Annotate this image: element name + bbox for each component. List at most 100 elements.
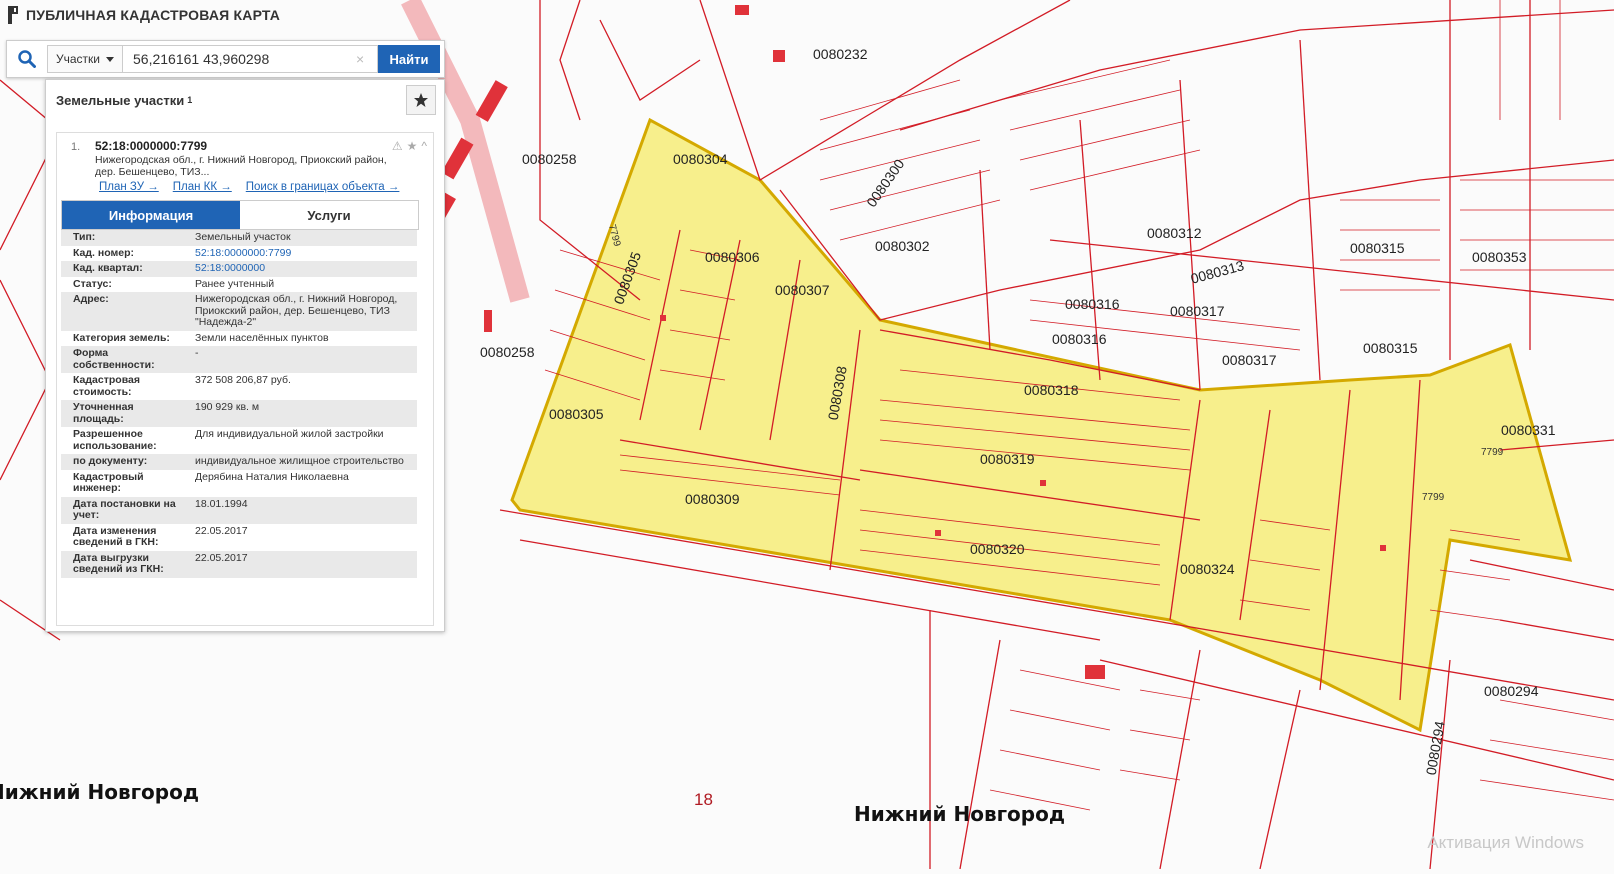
info-value: 190 929 кв. м [195,401,260,413]
search-input[interactable] [123,45,378,73]
quarter-label: 0080306 [705,249,760,265]
city-label: Нижний Новгород [0,780,199,804]
quarter-label: 0080294 [1484,683,1539,699]
table-row: Кад. номер: 52:18:0000000:7799 [61,245,417,261]
quarter-label: 0080232 [813,46,868,62]
city-label: Нижний Новгород [854,802,1065,826]
search-icon[interactable] [7,41,47,77]
info-value: Земельный участок [195,231,291,243]
panel-header: Земельные участки 1 [46,80,444,120]
info-key: Адрес: [73,293,109,305]
panel-title: Земельные участки [56,92,185,108]
star-icon[interactable]: ★ [407,139,418,153]
cad-number-link[interactable]: 52:18:0000000:7799 [195,247,291,259]
search-bar: Участки × Найти [6,40,445,78]
info-value: Земли населённых пунктов [195,331,329,344]
table-row: Тип: Земельный участок [61,230,417,246]
warning-icon[interactable]: ⚠ [392,139,403,153]
clear-icon[interactable]: × [356,51,364,67]
info-key: Дата изменения сведений в ГКН: [73,524,159,548]
info-key: Уточненная площадь: [73,401,134,425]
quarter-label: 0080302 [875,238,930,254]
info-key: по документу: [73,455,148,467]
result-address: Нижегородская обл., г. Нижний Новгород, … [95,154,387,178]
table-row: Кадастровая стоимость: 372 508 206,87 руб… [61,373,417,400]
info-key: Дата выгрузки сведений из ГКН: [73,551,164,575]
info-key: Категория земель: [73,331,170,344]
star-icon [414,93,428,107]
result-index: 1. [71,141,81,153]
chevron-up-icon[interactable]: ^ [421,139,427,153]
info-key: Тип: [73,231,96,243]
quarter-label: 0080258 [522,151,577,167]
info-value: 22.05.2017 [195,551,248,564]
info-value: - [195,347,199,359]
table-row: Категория земель: Земли населённых пункто… [61,330,417,346]
tab-services[interactable]: Услуги [240,201,418,229]
table-row: Статус: Ранее учтенный [61,276,417,292]
result-card[interactable]: 1. 52:18:0000000:7799 Нижегородская обл.… [56,132,434,626]
object-type-select[interactable]: Участки [47,45,123,73]
quarter-label: 0080315 [1363,340,1418,356]
cad-quarter-link[interactable]: 52:18:0000000 [195,262,265,274]
info-value: 372 508 206,87 руб. [195,374,291,386]
info-key: Кадастровая стоимость: [73,374,140,398]
info-value: индивидуальное жилищное строительство [195,455,404,467]
quarter-label: 0080331 [1501,422,1556,438]
search-in-bounds-link[interactable]: Поиск в границах объекта → [246,181,400,193]
table-row: Кадастровый инженер: Дерябина Наталия Ник… [61,469,417,497]
info-key: Кадастровый инженер: [73,470,144,494]
chevron-down-icon [106,56,114,62]
table-row: Форма собственности: - [61,346,417,373]
plot-label: 7799 [1481,447,1504,458]
windows-watermark: Активация Windows [1427,833,1584,852]
info-value: Дерябина Наталия Николаевна [195,470,349,483]
results-panel: Земельные участки 1 1. 52:18:0000000:7799… [45,79,445,632]
app-title: ПУБЛИЧНАЯ КАДАСТРОВАЯ КАРТА [26,7,281,23]
logo-icon [8,6,18,24]
card-links: План ЗУ → План КК → Поиск в границах объ… [99,181,399,193]
favorites-button[interactable] [406,85,436,115]
info-value: 18.01.1994 [195,497,248,510]
quarter-label: 0080315 [1350,240,1405,256]
quarter-label: 0080316 [1052,331,1107,347]
table-row: Адрес: Нижегородская обл., г. Нижний Новг… [61,292,417,331]
selected-parcel[interactable] [510,117,1573,733]
quarter-label: 0080353 [1472,249,1527,265]
info-value: Нижегородская обл., г. Нижний Новгород, … [195,293,398,328]
quarter-label: 0080319 [980,451,1035,467]
info-key: Дата постановки на учет: [73,497,176,521]
quarter-label: 0080317 [1222,352,1277,368]
table-row: Кад. квартал: 52:18:0000000 [61,261,417,277]
result-cad-number: 52:18:0000000:7799 [95,139,208,153]
quarter-label: 0080320 [970,541,1025,557]
quarter-label: 0080309 [685,491,740,507]
quarter-label: 0080312 [1147,225,1202,241]
quarter-label: 0080258 [480,344,535,360]
plot-label: 7799 [1422,492,1445,503]
info-key: Статус: [73,277,112,290]
info-key: Разрешенное использование: [73,428,157,452]
table-row: Дата выгрузки сведений из ГКН: 22.05.2017 [61,550,417,578]
info-key: Форма собственности: [73,347,155,371]
quarter-label: 0080317 [1170,303,1225,319]
info-table: Тип: Земельный участок Кад. номер: 52:18:0… [61,230,417,578]
quarter-label: 0080307 [775,282,830,298]
map-number-label: 18 [694,790,713,809]
object-type-label: Участки [56,52,100,66]
plan-kk-link[interactable]: План КК → [173,181,232,193]
find-button[interactable]: Найти [378,45,440,73]
table-row: Дата изменения сведений в ГКН: 22.05.2017 [61,523,417,551]
table-row: Дата постановки на учет: 18.01.1994 [61,496,417,524]
quarter-label: 0080304 [673,151,728,167]
info-key: Кад. номер: [73,246,135,259]
card-actions: ⚠ ★ ^ [392,139,427,153]
plan-zu-link[interactable]: План ЗУ → [99,181,159,193]
tab-info[interactable]: Информация [62,201,240,229]
info-key: Кад. квартал: [73,262,143,274]
info-value: Для индивидуальной жилой застройки [195,428,384,440]
info-value: 22.05.2017 [195,524,248,537]
table-row: по документу: индивидуальное жилищное стр… [61,454,417,470]
quarter-label: 0080324 [1180,561,1235,577]
quarter-label: 0080316 [1065,296,1120,312]
